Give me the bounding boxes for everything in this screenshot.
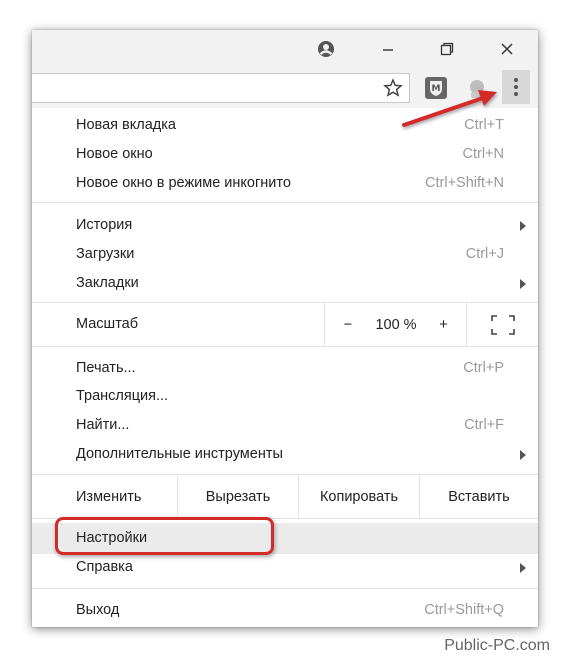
watermark: Public-PC.com — [444, 637, 550, 654]
red-arrow-annotation — [402, 90, 497, 127]
